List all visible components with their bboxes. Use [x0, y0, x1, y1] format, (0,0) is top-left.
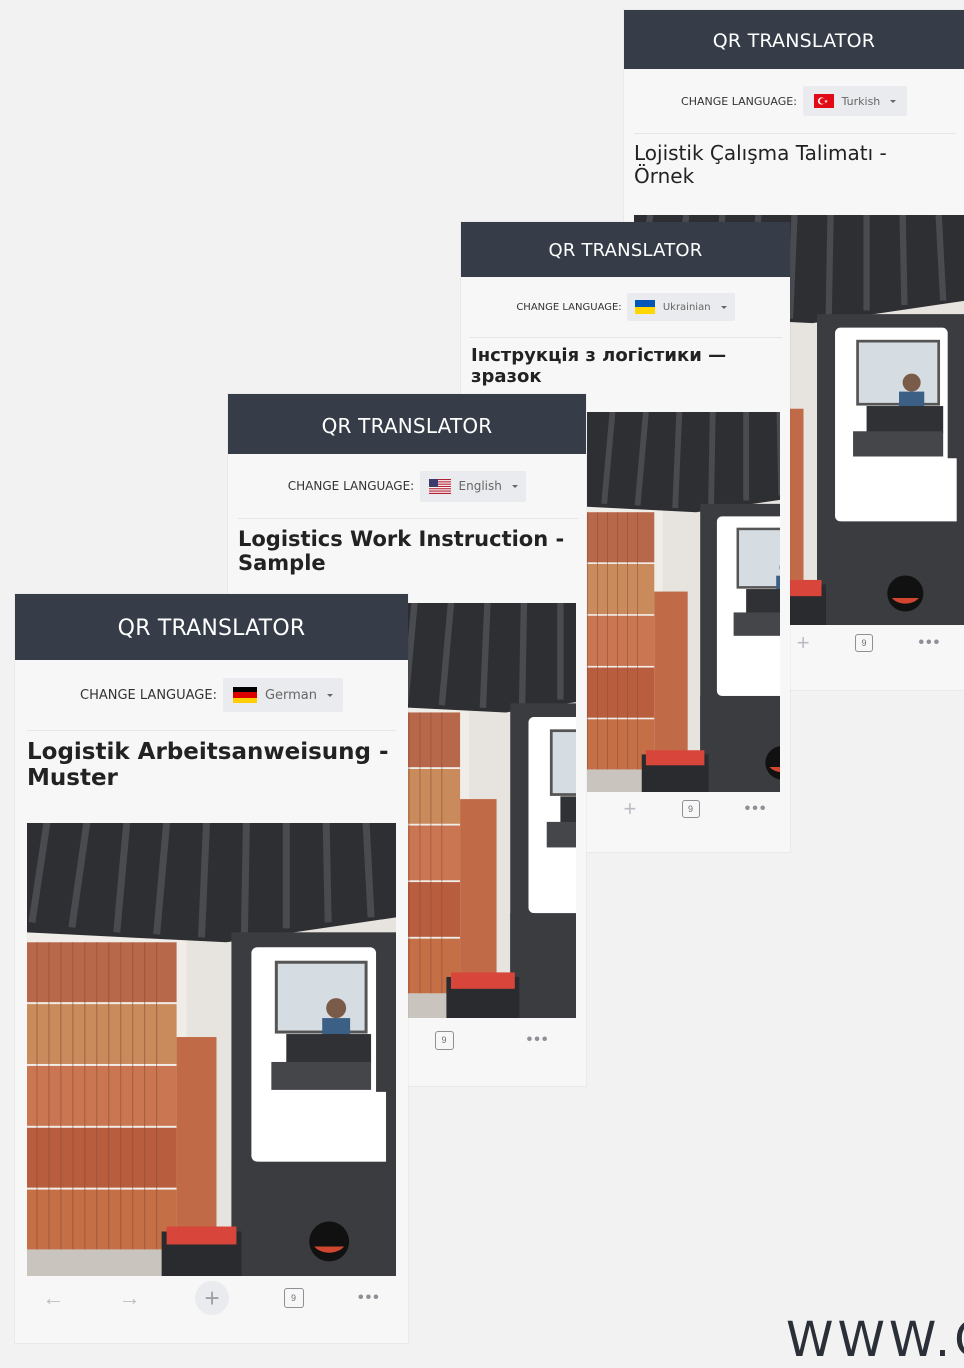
- tabs-count: 9: [441, 1035, 447, 1045]
- tabs-count-icon[interactable]: 9: [855, 634, 874, 652]
- new-tab-icon[interactable]: +: [797, 630, 810, 656]
- page-title: Logistics Work Instruction - Sample: [228, 519, 586, 575]
- language-row: CHANGE LANGUAGE: Ukrainian: [461, 277, 790, 337]
- page-title: Інструкція з логістики — зразок: [461, 338, 790, 387]
- chevron-down-icon: [327, 693, 334, 697]
- more-options-icon[interactable]: •••: [358, 1289, 381, 1307]
- change-language-label: CHANGE LANGUAGE:: [80, 687, 217, 703]
- language-select[interactable]: German: [222, 678, 343, 712]
- more-options-icon[interactable]: •••: [745, 800, 768, 818]
- app-title: QR TRANSLATOR: [321, 414, 493, 438]
- selected-language: English: [458, 479, 502, 493]
- forklift-photo: [587, 412, 780, 792]
- chevron-down-icon: [511, 484, 518, 488]
- page-title-line-2: Muster: [27, 765, 118, 792]
- usa-flag-icon: [428, 478, 451, 494]
- turkey-flag-icon: [813, 94, 834, 108]
- language-select[interactable]: English: [420, 470, 527, 502]
- more-options-icon[interactable]: •••: [527, 1031, 550, 1049]
- tabs-count: 9: [291, 1293, 297, 1303]
- app-title: QR TRANSLATOR: [712, 30, 876, 52]
- change-language-label: CHANGE LANGUAGE:: [287, 479, 415, 493]
- selected-language: Turkish: [841, 94, 881, 108]
- selected-language: Ukrainian: [662, 301, 711, 313]
- new-tab-icon[interactable]: +: [195, 1281, 230, 1315]
- page-title-line-2: Sample: [238, 551, 326, 576]
- browser-toolbar: ← → + 9 •••: [15, 1278, 408, 1318]
- page-title-line-1: Logistics Work Instruction -: [238, 527, 565, 551]
- language-row: CHANGE LANGUAGE: Turkish: [624, 69, 964, 133]
- language-row: CHANGE LANGUAGE: English: [228, 454, 586, 518]
- app-header: QR TRANSLATOR: [461, 222, 790, 277]
- tabs-count: 9: [861, 638, 867, 648]
- tabs-count-icon[interactable]: 9: [434, 1030, 454, 1050]
- back-arrow-icon[interactable]: ←: [42, 1285, 64, 1311]
- language-select[interactable]: Ukrainian: [626, 293, 735, 321]
- language-row: CHANGE LANGUAGE: German: [15, 660, 408, 730]
- more-options-icon[interactable]: •••: [918, 634, 941, 652]
- chevron-down-icon: [720, 305, 727, 309]
- germany-flag-icon: [232, 687, 257, 703]
- page-title-line-1: Lojistik Çalışma Talimatı -: [634, 141, 887, 165]
- page-title-line-2: зразок: [471, 365, 542, 387]
- new-tab-icon[interactable]: +: [624, 796, 637, 822]
- selected-language: German: [264, 687, 318, 703]
- phone-screen-german: QR TRANSLATOR CHANGE LANGUAGE: German Lo…: [15, 594, 408, 1343]
- tabs-count-icon[interactable]: 9: [283, 1288, 304, 1308]
- tabs-count-icon[interactable]: 9: [681, 800, 700, 818]
- page-title-line-2: Örnek: [634, 164, 695, 188]
- app-header: QR TRANSLATOR: [15, 594, 408, 660]
- ukraine-flag-icon: [634, 300, 655, 314]
- change-language-label: CHANGE LANGUAGE:: [681, 94, 797, 108]
- page-title-line-1: Інструкція з логістики —: [471, 345, 727, 366]
- forklift-photo: [27, 823, 396, 1276]
- app-title: QR TRANSLATOR: [548, 240, 703, 261]
- language-select[interactable]: Turkish: [802, 86, 907, 116]
- page-title: Logistik Arbeitsanweisung - Muster: [15, 731, 408, 792]
- tabs-count: 9: [688, 804, 694, 814]
- chevron-down-icon: [890, 99, 897, 103]
- app-title: QR TRANSLATOR: [117, 616, 306, 641]
- page-title-line-1: Logistik Arbeitsanweisung -: [27, 739, 389, 765]
- forward-arrow-icon[interactable]: →: [119, 1285, 141, 1311]
- forklift-photo: [408, 603, 576, 1018]
- app-header: QR TRANSLATOR: [228, 394, 586, 454]
- watermark-text: WWW.C: [786, 1312, 964, 1368]
- change-language-label: CHANGE LANGUAGE:: [516, 301, 622, 313]
- app-header: QR TRANSLATOR: [624, 10, 964, 69]
- page-title: Lojistik Çalışma Talimatı - Örnek: [624, 134, 964, 188]
